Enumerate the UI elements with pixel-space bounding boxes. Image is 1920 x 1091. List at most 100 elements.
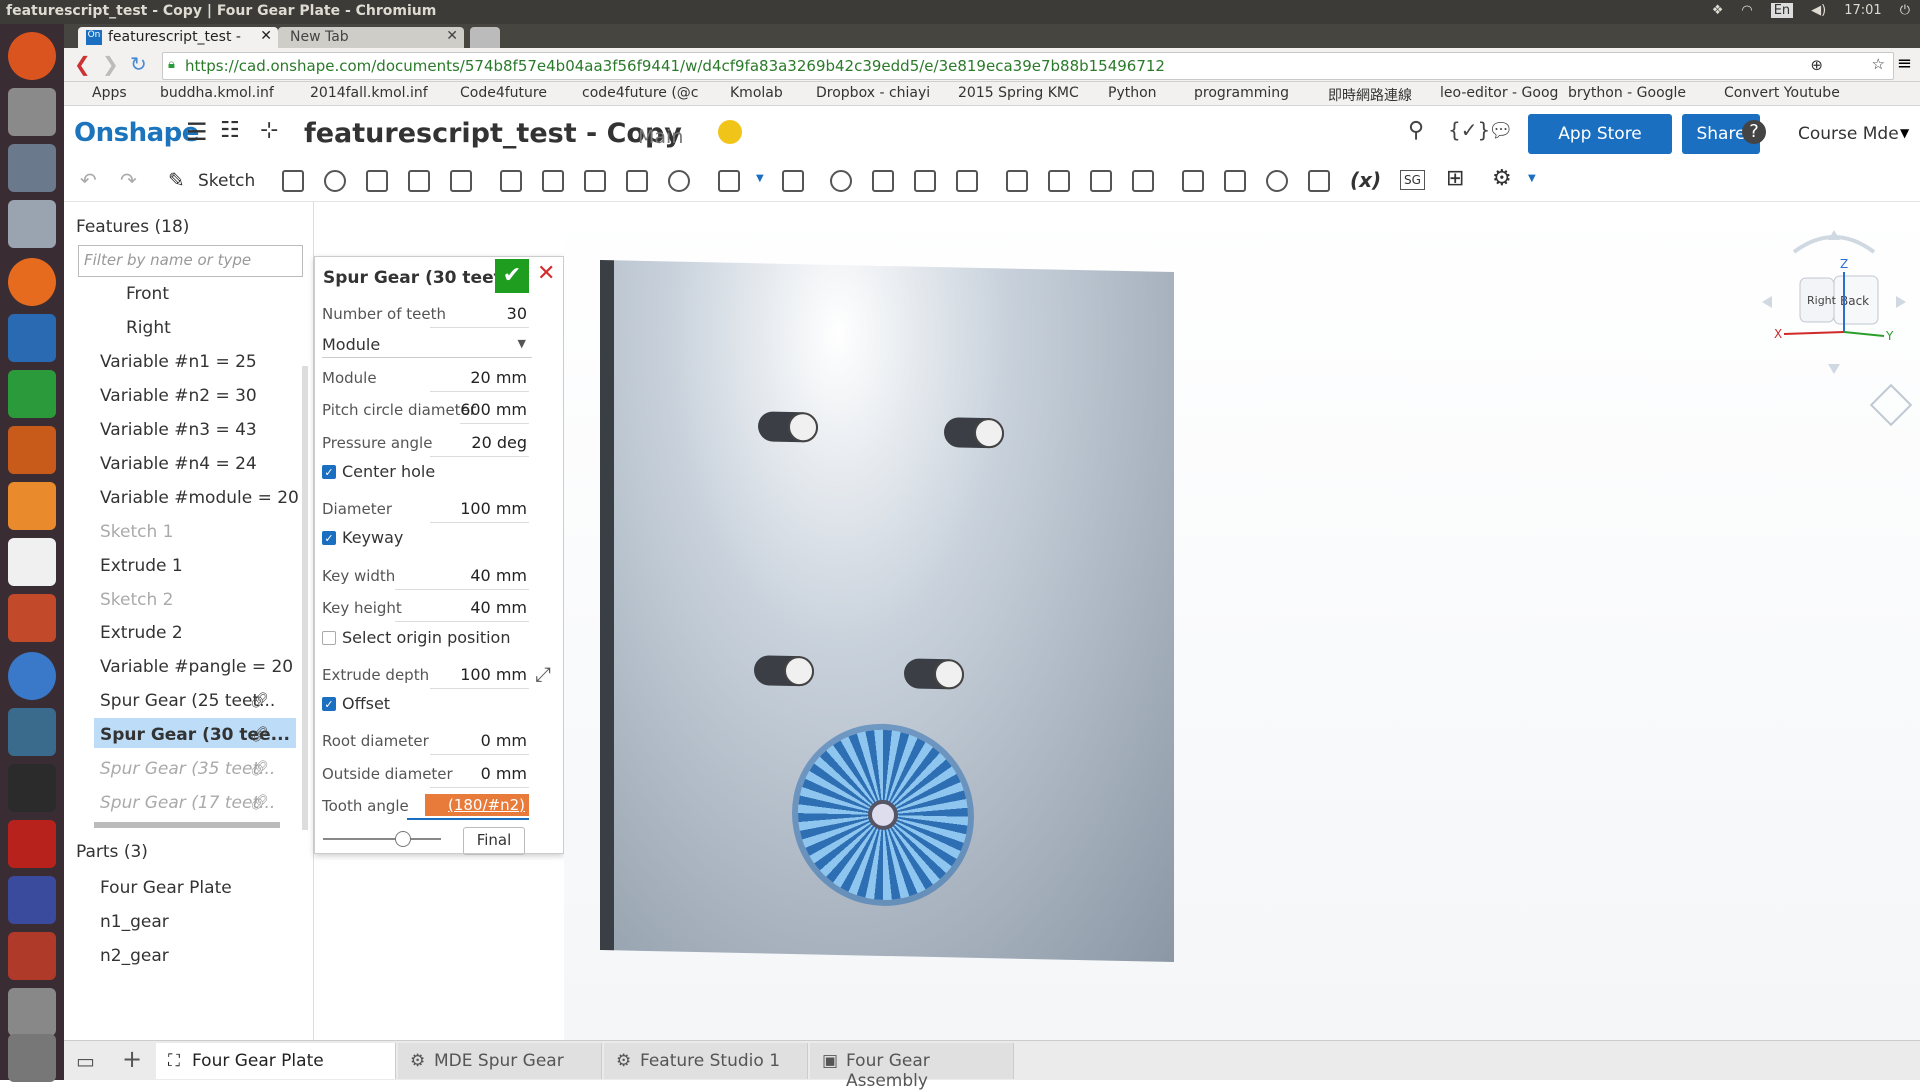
redo-icon[interactable]: ↷ <box>120 168 137 192</box>
tab-close-icon[interactable]: ✕ <box>446 28 458 44</box>
custom-features-icon[interactable]: ⚙ <box>1492 166 1512 191</box>
ubuntu-dash-icon[interactable] <box>8 32 56 80</box>
cancel-x-icon[interactable]: ✕ <box>537 261 555 286</box>
extrude-depth-input[interactable]: 100 mm <box>460 665 527 684</box>
public-globe-icon[interactable] <box>718 120 742 144</box>
bookmark-star-icon[interactable]: ☆ <box>1872 55 1885 73</box>
boolean-icon[interactable] <box>830 170 852 192</box>
diameter-input[interactable]: 100 mm <box>460 499 527 518</box>
plane-icon[interactable] <box>1182 170 1204 192</box>
feature-item[interactable]: Variable #n3 = 43 <box>100 420 257 440</box>
document-title[interactable]: featurescript_test - Copy <box>304 118 682 149</box>
stack-icon[interactable] <box>8 988 56 1036</box>
back-icon[interactable]: ❮ <box>74 52 91 76</box>
flip-direction-icon[interactable]: ⤢ <box>535 662 551 686</box>
address-bar[interactable]: 🔒︎ https://cad.onshape.com/documents/574… <box>162 52 1894 80</box>
bookmark[interactable]: Kmolab <box>730 85 783 101</box>
custom-features-dropdown-icon[interactable]: ▼ <box>1528 173 1536 184</box>
rollback-bar[interactable] <box>94 822 280 828</box>
tab-manager-icon[interactable]: ▭ <box>76 1049 95 1073</box>
select-origin-label[interactable]: Select origin position <box>342 628 510 647</box>
tab-close-icon[interactable]: ✕ <box>260 28 272 44</box>
files-icon[interactable] <box>8 88 56 136</box>
helix-icon[interactable] <box>1224 170 1246 192</box>
bookmark[interactable]: Code4future <box>460 85 547 101</box>
feature-item[interactable]: Variable #pangle = 20 <box>100 657 293 677</box>
rollback-slider-thumb[interactable] <box>395 831 411 847</box>
feature-list-scrollbar[interactable] <box>302 366 308 830</box>
search-icon[interactable]: ⚲ <box>1408 118 1424 143</box>
features-header[interactable]: Features (18) <box>76 217 189 237</box>
bookmark[interactable]: Dropbox - chiayi <box>816 85 930 101</box>
system-monitor-icon[interactable] <box>8 708 56 756</box>
undo-icon[interactable]: ↶ <box>80 168 97 192</box>
pattern-icon[interactable] <box>718 170 740 192</box>
sweep-icon[interactable] <box>366 170 388 192</box>
chamfer-icon[interactable] <box>542 170 564 192</box>
computer-icon[interactable] <box>8 144 56 192</box>
transform-icon[interactable] <box>914 170 936 192</box>
peg-shaft[interactable] <box>944 417 1004 449</box>
tab-four-gear-plate[interactable]: ⛶ Four Gear Plate <box>156 1043 396 1079</box>
feature-item[interactable]: Variable #module = 20 <box>100 488 299 508</box>
configure-icon[interactable]: ⊹ <box>260 118 278 143</box>
add-tab-icon[interactable]: + <box>122 1045 142 1073</box>
bookmark[interactable]: brython - Google <box>1568 85 1686 101</box>
offset-checkbox[interactable]: ✓ <box>322 697 336 711</box>
bookmark[interactable]: code4future (@c <box>582 85 699 101</box>
parts-header[interactable]: Parts (3) <box>76 842 148 862</box>
power-icon[interactable]: ⏻ <box>1900 3 1910 18</box>
variable-icon[interactable]: (x) <box>1350 168 1381 192</box>
bookmark[interactable]: programming <box>1194 85 1289 101</box>
tab-four-gear-assembly[interactable]: ▣ Four Gear Assembly <box>810 1043 1014 1091</box>
browser-tab-new[interactable]: New Tab ✕ <box>278 27 464 48</box>
keyway-label[interactable]: Keyway <box>342 528 403 547</box>
peg-shaft[interactable] <box>754 655 814 687</box>
outside-diameter-input[interactable]: 0 mm <box>481 764 527 783</box>
select-origin-checkbox[interactable] <box>322 631 336 645</box>
sketch-pencil-icon[interactable]: ✎ <box>168 168 185 192</box>
peg-shaft[interactable] <box>758 411 818 443</box>
graphics-viewport[interactable]: Right Back Z X Y <box>564 202 1920 1040</box>
terminal-icon[interactable] <box>8 764 56 812</box>
app-store-button[interactable]: App Store <box>1528 114 1672 154</box>
browser-tab-active[interactable]: On featurescript_test - ✕ <box>78 27 278 48</box>
rollback-slider-track[interactable] <box>323 838 441 840</box>
center-hole-checkbox[interactable]: ✓ <box>322 465 336 479</box>
impress-icon[interactable] <box>8 426 56 474</box>
kdiff-icon[interactable] <box>8 876 56 924</box>
split-icon[interactable] <box>872 170 894 192</box>
mirror-icon[interactable] <box>782 170 804 192</box>
mate-connector-icon[interactable] <box>1266 170 1288 192</box>
feature-item[interactable]: Variable #n2 = 30 <box>100 386 257 406</box>
help-icon[interactable]: ? <box>1742 120 1766 144</box>
settings-icon[interactable] <box>8 594 56 642</box>
view-cube[interactable]: Right Back Z X Y <box>1754 222 1914 382</box>
move-face-icon[interactable] <box>1090 170 1112 192</box>
firefox-icon[interactable] <box>8 258 56 306</box>
fillet-icon[interactable] <box>500 170 522 192</box>
loft-icon[interactable] <box>408 170 430 192</box>
hole-icon[interactable] <box>668 170 690 192</box>
feature-list-icon[interactable]: ☷ <box>220 118 240 143</box>
bookmark[interactable]: 2015 Spring KMC <box>958 85 1079 101</box>
bookmark[interactable]: Convert Youtube <box>1724 85 1840 101</box>
pattern-dropdown-icon[interactable]: ▼ <box>756 173 764 184</box>
filezilla-icon[interactable] <box>8 820 56 868</box>
feature-item[interactable]: Sketch 2 <box>100 590 174 610</box>
center-hole-label[interactable]: Center hole <box>342 462 435 481</box>
feature-item[interactable]: Front <box>126 284 169 304</box>
bookmark-apps[interactable]: Apps <box>92 85 127 101</box>
feature-item[interactable]: Extrude 1 <box>100 556 183 576</box>
shell-icon[interactable] <box>626 170 648 192</box>
view-options-cube-icon[interactable] <box>1869 383 1913 427</box>
user-menu[interactable]: Course Mde <box>1798 124 1899 144</box>
bookmark[interactable]: Python <box>1108 85 1157 101</box>
input-language[interactable]: En <box>1770 3 1794 18</box>
onshape-logo[interactable]: Onshape <box>74 118 199 148</box>
import-icon[interactable] <box>1308 170 1330 192</box>
amazon-icon[interactable] <box>8 538 56 586</box>
feature-item[interactable]: Variable #n4 = 24 <box>100 454 257 474</box>
gear-input-select[interactable]: Module ▼ <box>322 331 532 358</box>
keyway-checkbox[interactable]: ✓ <box>322 531 336 545</box>
